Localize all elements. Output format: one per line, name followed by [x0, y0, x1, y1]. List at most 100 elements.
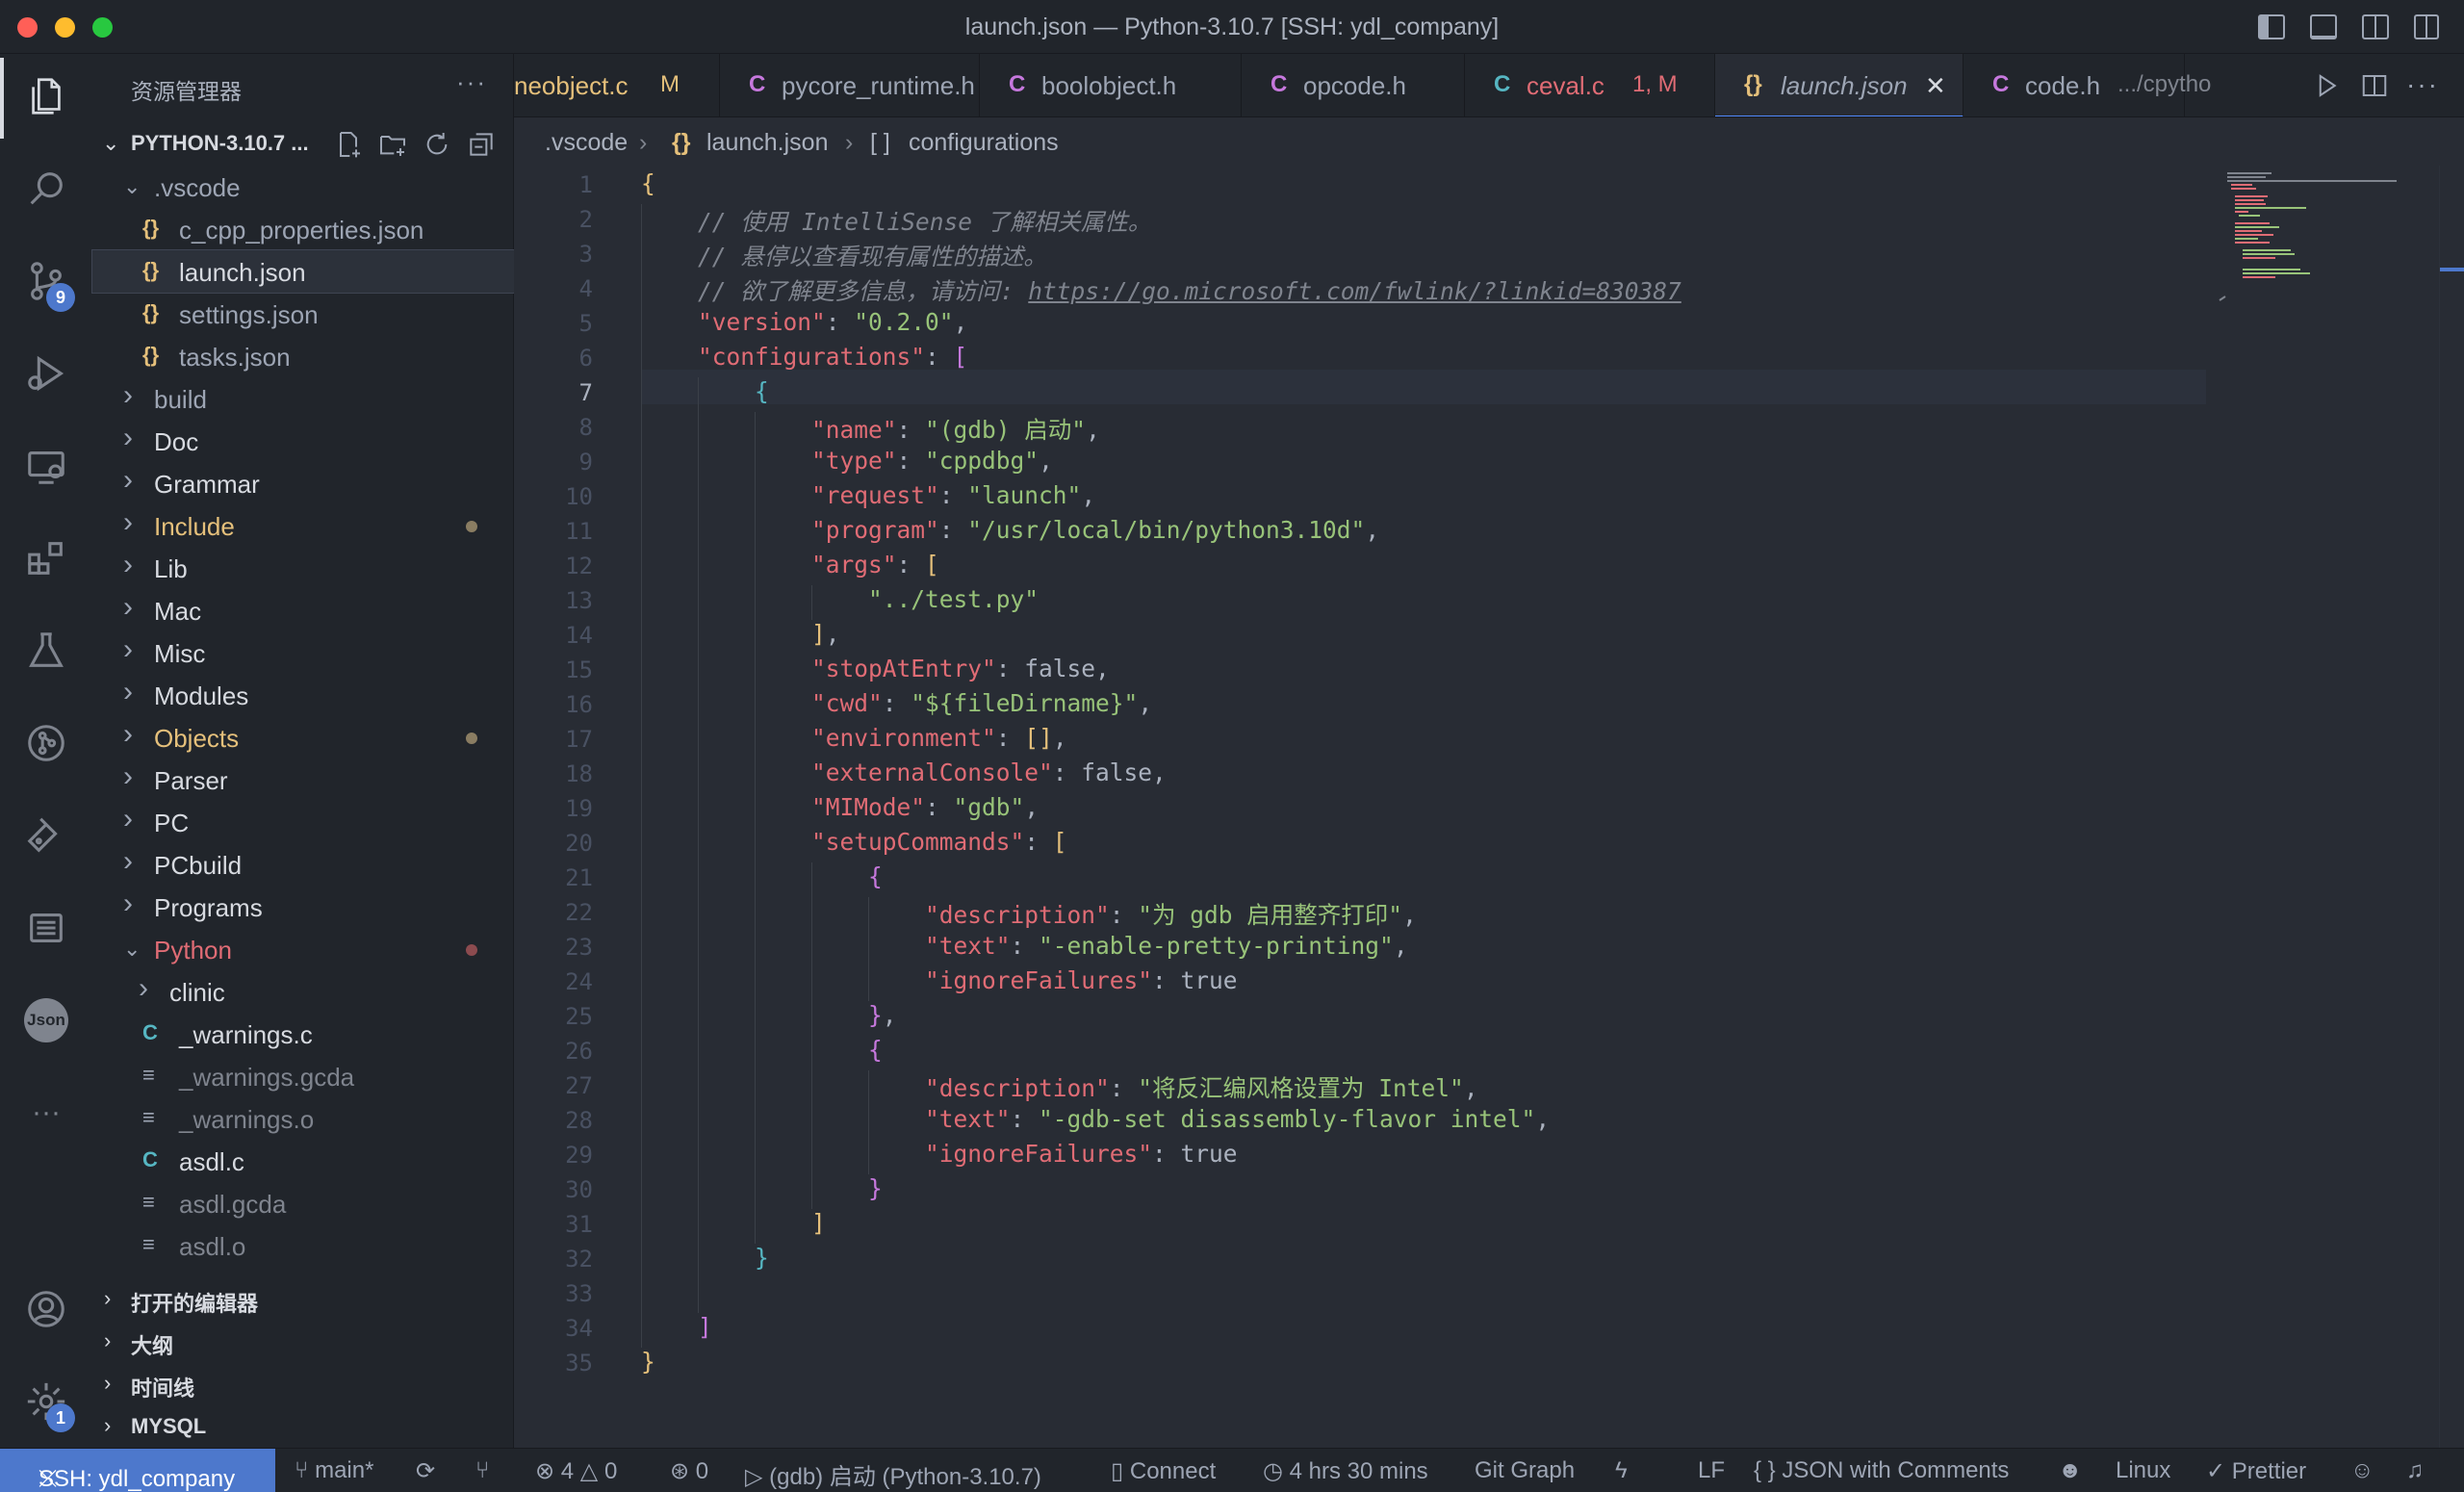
breadcrumb-file[interactable]: launch.json [706, 129, 828, 157]
tree-item[interactable]: Casdl.c [92, 1140, 514, 1182]
editor-tab[interactable]: Ccode.h .../cpytho [1964, 54, 2211, 116]
customize-layout-icon[interactable] [2414, 14, 2439, 39]
toggle-sidebar-icon[interactable] [2258, 14, 2285, 39]
tree-item[interactable]: › Programs [92, 886, 514, 928]
tree-item[interactable]: › Grammar [92, 462, 514, 504]
close-tab-icon[interactable]: ✕ [1925, 71, 1946, 101]
testing-icon[interactable] [21, 626, 71, 676]
connect-status[interactable]: ▯ Connect [1111, 1457, 1216, 1485]
editor-tab[interactable]: Cboolobject.h [980, 54, 1242, 116]
tree-item[interactable]: ≡ _warnings.gcda [92, 1055, 514, 1097]
tree-item[interactable]: {} c_cpp_properties.json [92, 208, 514, 250]
more-actions-icon[interactable]: ··· [2406, 69, 2439, 102]
toggle-panel-icon[interactable] [2310, 14, 2337, 39]
remote-explorer-icon[interactable] [21, 441, 71, 491]
prettier-status[interactable]: ✓ Prettier [2206, 1457, 2306, 1485]
new-folder-icon[interactable] [377, 129, 408, 160]
source-control-icon[interactable]: 9 [21, 256, 75, 312]
editor-tab[interactable]: Copcode.h [1242, 54, 1465, 116]
collapse-all-icon[interactable] [466, 129, 497, 160]
sidebar-section[interactable]: › 大纲 [92, 1321, 514, 1363]
editor-tab[interactable]: neobject.c M [514, 54, 720, 116]
tree-item[interactable]: ≡ asdl.o [92, 1224, 514, 1267]
lightning-icon[interactable]: ϟ [1615, 1457, 1628, 1484]
debug-config-status[interactable]: ▷ (gdb) 启动 (Python-3.10.7) [745, 1457, 1041, 1491]
tree-item[interactable]: ≡ asdl.gcda [92, 1182, 514, 1224]
tree-item[interactable]: ⌄ Python [92, 928, 514, 970]
tree-item[interactable]: ≡ _warnings.o [92, 1097, 514, 1140]
tree-item[interactable]: › Modules [92, 674, 514, 716]
sidebar-section[interactable]: › 时间线 [92, 1363, 514, 1405]
tree-item-label: Modules [154, 682, 249, 710]
code-line: ] [811, 1209, 826, 1237]
git-graph-status[interactable]: Git Graph [1475, 1457, 1575, 1484]
time-tracker-status[interactable]: ◷ 4 hrs 30 mins [1263, 1457, 1428, 1485]
extensions-icon[interactable] [21, 533, 71, 583]
breadcrumb-node[interactable]: configurations [909, 129, 1059, 157]
tree-item[interactable]: › PC [92, 801, 514, 843]
tree-item[interactable]: {} tasks.json [92, 335, 514, 377]
code-editor[interactable]: 1 {2 // 使用 IntelliSense 了解相关属性。 3 // 悬停以查看… [514, 166, 2464, 1448]
run-icon[interactable] [2312, 69, 2341, 102]
window-title: launch.json — Python-3.10.7 [SSH: ydl_co… [964, 13, 1500, 40]
explorer-icon[interactable] [21, 71, 71, 121]
notifications-bell-icon[interactable]: ♫ [2406, 1457, 2424, 1484]
vertical-scrollbar[interactable] [2439, 166, 2464, 1448]
tree-item[interactable]: › Mac [92, 589, 514, 631]
database-icon: ▯ [1111, 1458, 1130, 1484]
tree-item[interactable]: › clinic [92, 970, 514, 1013]
line-number: 33 [565, 1280, 593, 1307]
sidebar-section[interactable]: › MYSQL [92, 1405, 514, 1448]
json-icon[interactable]: Json [21, 995, 71, 1045]
refresh-icon[interactable] [422, 129, 452, 160]
tree-item[interactable]: › build [92, 377, 514, 420]
feedback-icon[interactable]: ☺ [2350, 1457, 2374, 1484]
editor-tab[interactable]: {} launch.json ✕ [1715, 54, 1964, 116]
sidebar-section[interactable]: › 打开的编辑器 [92, 1278, 514, 1321]
tree-item[interactable]: {} launch.json [91, 249, 515, 294]
split-editor-icon[interactable] [2360, 69, 2389, 102]
list-icon[interactable] [21, 903, 71, 953]
tree-item[interactable]: › Lib [92, 547, 514, 589]
tree-item[interactable]: ⌄ .vscode [92, 166, 514, 208]
breadcrumb-folder[interactable]: .vscode [545, 129, 628, 157]
tree-item-label: Doc [154, 427, 199, 456]
minimap[interactable] [2214, 166, 2464, 1448]
problems-status[interactable]: ⊗ 4 △ 0 [535, 1457, 617, 1485]
branch-status[interactable]: ⑂ main* [295, 1457, 373, 1484]
line-number: 1 [578, 171, 593, 198]
search-icon[interactable] [21, 164, 71, 214]
workspace-root[interactable]: ⌄ PYTHON-3.10.7 ... [92, 123, 514, 166]
tree-item-label: Grammar [154, 470, 260, 499]
tree-item[interactable]: › Objects [92, 716, 514, 759]
run-debug-icon[interactable] [21, 348, 71, 399]
explorer-more-icon[interactable]: ··· [456, 67, 487, 97]
tree-item[interactable]: C _warnings.c [92, 1013, 514, 1055]
modified-dot [466, 521, 477, 532]
manage-gear-icon[interactable]: 1 [21, 1376, 75, 1432]
more-views-icon[interactable]: ··· [21, 1088, 71, 1138]
tree-item[interactable]: › PCbuild [92, 843, 514, 886]
explorer-title: 资源管理器 [131, 79, 242, 104]
line-number: 26 [565, 1038, 593, 1065]
tree-item[interactable]: {} settings.json [92, 293, 514, 335]
tree-item[interactable]: › Parser [92, 759, 514, 801]
new-file-icon[interactable] [333, 129, 364, 160]
git-compare-icon[interactable]: ⑂ [475, 1457, 489, 1484]
ports-status[interactable]: ⊛ 0 [670, 1457, 708, 1485]
sync-icon[interactable]: ⟳ [416, 1457, 435, 1485]
copilot-icon[interactable]: ☻ [2058, 1457, 2082, 1484]
accounts-icon[interactable] [21, 1284, 71, 1334]
language-status[interactable]: { } JSON with Comments [1754, 1457, 2009, 1484]
flask-icon[interactable] [21, 810, 71, 861]
editor-tab[interactable]: Cpycore_runtime.h [720, 54, 980, 116]
tree-item[interactable]: › Doc [92, 420, 514, 462]
remote-indicator[interactable]: ⤫ SSH: ydl_company [0, 1449, 275, 1492]
editor-tab[interactable]: Cceval.c 1, M [1465, 54, 1715, 116]
eol-status[interactable]: LF [1698, 1457, 1725, 1484]
tree-item[interactable]: › Misc [92, 631, 514, 674]
tree-item[interactable]: › Include [92, 504, 514, 547]
os-status[interactable]: Linux [2116, 1457, 2170, 1484]
toggle-secondary-sidebar-icon[interactable] [2362, 14, 2389, 39]
git-graph-icon[interactable] [21, 718, 71, 768]
